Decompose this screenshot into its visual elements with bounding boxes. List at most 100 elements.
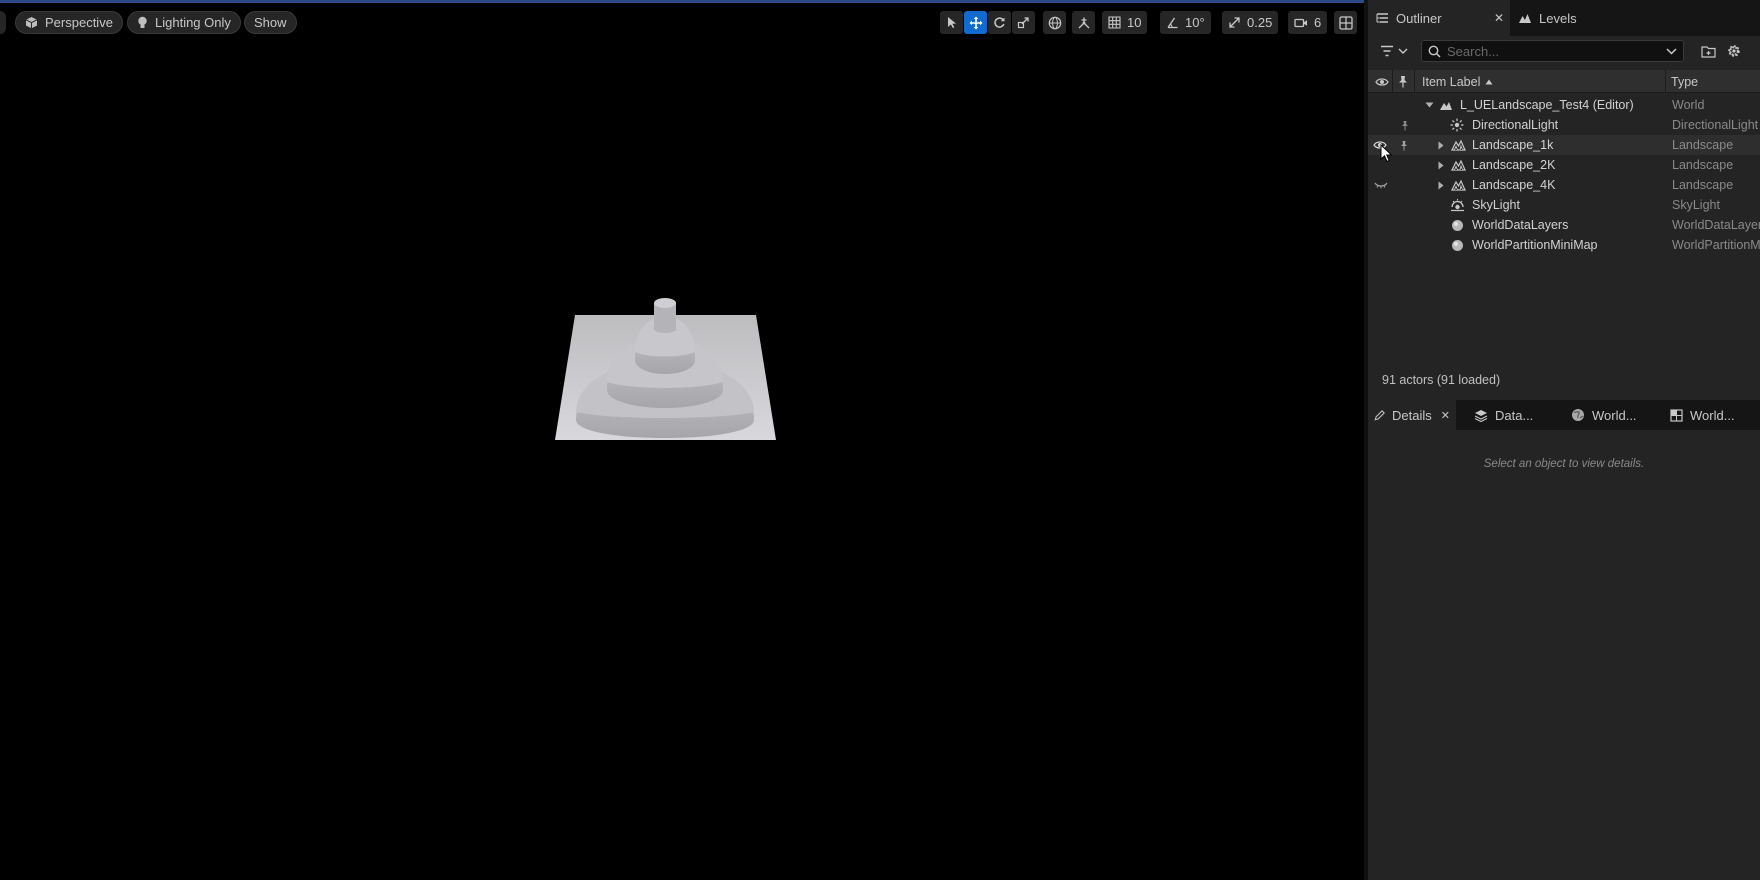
tab-world-partition[interactable]: World... xyxy=(1664,400,1741,430)
search-history-chevron-icon[interactable] xyxy=(1666,47,1677,55)
level-viewport[interactable]: Perspective Lighting Only Show 10 10° 0.… xyxy=(0,0,1364,880)
show-flags-button[interactable]: Show xyxy=(244,11,297,34)
angle-icon xyxy=(1167,17,1178,29)
landscape-render xyxy=(555,298,776,440)
rotate-icon xyxy=(994,17,1005,28)
viewport-menu-button[interactable] xyxy=(0,11,6,34)
tab-world-settings-label: World... xyxy=(1592,407,1637,423)
filter-dropdown-button[interactable] xyxy=(1380,41,1416,61)
expand-arrow-icon[interactable] xyxy=(1438,175,1444,195)
actor-count-status: 91 actors (91 loaded) xyxy=(1382,373,1501,387)
expand-arrow-icon[interactable] xyxy=(1438,155,1444,175)
tree-row-label: DirectionalLight xyxy=(1472,118,1559,132)
tree-row-directional-light[interactable]: DirectionalLight DirectionalLight xyxy=(1368,115,1760,135)
tree-row-world-partition-minimap[interactable]: WorldPartitionMiniMap WorldPartitionMini… xyxy=(1368,235,1760,255)
outliner-tree: L_UELandscape_Test4 (Editor) World Direc… xyxy=(1368,95,1760,355)
layers-icon xyxy=(1474,409,1488,422)
tab-levels-label: Levels xyxy=(1539,10,1577,26)
tree-row-landscape-1k[interactable]: Landscape_1k Landscape xyxy=(1368,135,1760,155)
surface-snap-icon xyxy=(1078,17,1089,28)
grid-icon xyxy=(1108,16,1121,29)
eye-icon xyxy=(1375,77,1389,86)
outliner-tab-bar: Outliner ✕ Levels xyxy=(1368,0,1760,36)
lighting-mode-label: Lighting Only xyxy=(155,15,231,30)
outliner-settings-button[interactable] xyxy=(1724,41,1744,61)
move-tool-button[interactable] xyxy=(964,11,987,34)
gear-icon xyxy=(1728,45,1740,57)
pin-column-header[interactable] xyxy=(1398,70,1408,93)
scale-snap-icon xyxy=(1229,17,1240,28)
tab-data-layers-label: Data... xyxy=(1495,407,1534,423)
tree-row-label: Landscape_2K xyxy=(1472,158,1556,172)
type-header-text: Type xyxy=(1671,74,1699,89)
tab-world-settings[interactable]: World... xyxy=(1565,400,1643,430)
viewport-top-border xyxy=(0,0,1364,3)
tree-row-skylight[interactable]: SkyLight SkyLight xyxy=(1368,195,1760,215)
lighting-mode-button[interactable]: Lighting Only xyxy=(127,11,241,34)
details-empty-message: Select an object to view details. xyxy=(1483,458,1645,470)
rotation-snap-value: 10° xyxy=(1185,15,1205,30)
hidden-eye-icon[interactable] xyxy=(1374,175,1388,195)
item-label-header-text: Item Label xyxy=(1422,74,1481,89)
item-label-column-header[interactable]: Item Label xyxy=(1422,70,1493,93)
camera-speed-value: 6 xyxy=(1314,15,1322,30)
tree-row-landscape-2k[interactable]: Landscape_2K Landscape xyxy=(1368,155,1760,175)
search-icon xyxy=(1428,45,1441,58)
grid-snap-value: 10 xyxy=(1127,15,1142,30)
add-folder-button[interactable] xyxy=(1698,41,1718,61)
tab-levels[interactable]: Levels xyxy=(1510,0,1585,36)
rotate-tool-button[interactable] xyxy=(988,11,1011,34)
rotation-snap-control[interactable]: 10° xyxy=(1160,11,1211,34)
pin-icon[interactable] xyxy=(1401,115,1409,135)
tree-row-type: Landscape xyxy=(1672,178,1734,192)
view-mode-button[interactable]: Perspective xyxy=(15,11,123,34)
surface-snap-button[interactable] xyxy=(1072,11,1095,34)
pin-icon[interactable] xyxy=(1400,135,1408,155)
tab-details[interactable]: Details ✕ xyxy=(1368,400,1456,430)
coordinate-system-button[interactable] xyxy=(1043,11,1066,34)
camera-speed-control[interactable]: 6 xyxy=(1288,11,1328,34)
sphere-icon xyxy=(1451,235,1464,255)
tab-details-label: Details xyxy=(1392,407,1432,423)
scale-snap-value: 0.25 xyxy=(1247,15,1273,30)
tree-row-world[interactable]: L_UELandscape_Test4 (Editor) World xyxy=(1368,95,1760,115)
search-input[interactable] xyxy=(1447,43,1657,59)
expand-arrow-icon[interactable] xyxy=(1438,135,1444,155)
tree-row-type: WorldDataLayers xyxy=(1672,218,1760,232)
show-label: Show xyxy=(254,15,287,30)
outliner-column-header: Item Label Type xyxy=(1368,70,1760,93)
sphere-icon xyxy=(1451,215,1464,235)
tree-row-label: Landscape_1k xyxy=(1472,138,1554,152)
scale-icon xyxy=(1017,17,1029,29)
levels-icon xyxy=(1519,14,1531,23)
tab-outliner[interactable]: Outliner ✕ xyxy=(1368,0,1510,36)
tab-data-layers[interactable]: Data... xyxy=(1468,400,1539,430)
tree-row-type: SkyLight xyxy=(1672,198,1720,212)
tab-world-partition-label: World... xyxy=(1690,407,1735,423)
type-column-header[interactable]: Type xyxy=(1671,70,1698,93)
close-icon[interactable]: ✕ xyxy=(1494,11,1504,25)
tree-row-label: Landscape_4K xyxy=(1472,178,1556,192)
tree-row-label: SkyLight xyxy=(1472,198,1520,212)
visibility-column-header[interactable] xyxy=(1375,70,1389,93)
select-tool-button[interactable] xyxy=(940,11,963,34)
outliner-search-box[interactable] xyxy=(1421,40,1684,62)
viewport-layout-button[interactable] xyxy=(1334,11,1357,34)
column-divider xyxy=(1392,70,1393,93)
tree-row-landscape-4k[interactable]: Landscape_4K Landscape xyxy=(1368,175,1760,195)
tree-row-type: Landscape xyxy=(1672,138,1734,152)
collapse-arrow-icon[interactable] xyxy=(1425,95,1434,115)
chevron-down-icon xyxy=(1398,48,1408,54)
tree-row-type: WorldPartitionMiniMap xyxy=(1672,238,1760,252)
tree-row-world-data-layers[interactable]: WorldDataLayers WorldDataLayers xyxy=(1368,215,1760,235)
outliner-search-row xyxy=(1368,38,1760,64)
tree-row-label: L_UELandscape_Test4 (Editor) xyxy=(1460,98,1634,112)
globe-icon xyxy=(1048,16,1061,29)
add-folder-icon xyxy=(1700,45,1716,58)
scale-tool-button[interactable] xyxy=(1012,11,1035,34)
close-icon[interactable]: ✕ xyxy=(1441,409,1450,422)
grid-snap-control[interactable]: 10 xyxy=(1102,11,1148,34)
tree-row-type: World xyxy=(1672,98,1705,112)
globe-icon xyxy=(1572,409,1584,421)
scale-snap-control[interactable]: 0.25 xyxy=(1222,11,1279,34)
